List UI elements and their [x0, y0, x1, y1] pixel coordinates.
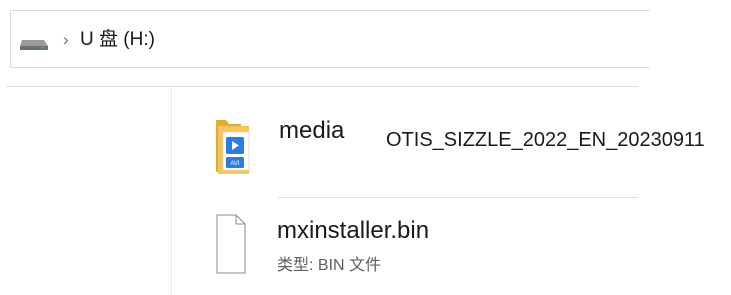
avi-badge-label: AVI: [230, 161, 240, 167]
file-name[interactable]: media: [279, 117, 344, 145]
breadcrumb-chevron-icon: ›: [63, 30, 69, 49]
divider: [278, 197, 638, 198]
address-bar[interactable]: › U 盘 (H:): [10, 10, 650, 68]
file-name[interactable]: mxinstaller.bin: [277, 217, 429, 245]
blank-file-icon: [216, 214, 246, 274]
usb-drive-icon: [20, 40, 48, 50]
file-type-label: 类型: BIN 文件: [277, 257, 382, 274]
navigation-pane-divider[interactable]: [171, 87, 172, 295]
file-title-property: OTIS_SIZZLE_2022_EN_20230911: [386, 129, 705, 151]
breadcrumb-drive-h[interactable]: U 盘 (H:): [80, 29, 155, 51]
video-folder-icon: AVI: [216, 120, 250, 174]
divider: [6, 86, 638, 87]
